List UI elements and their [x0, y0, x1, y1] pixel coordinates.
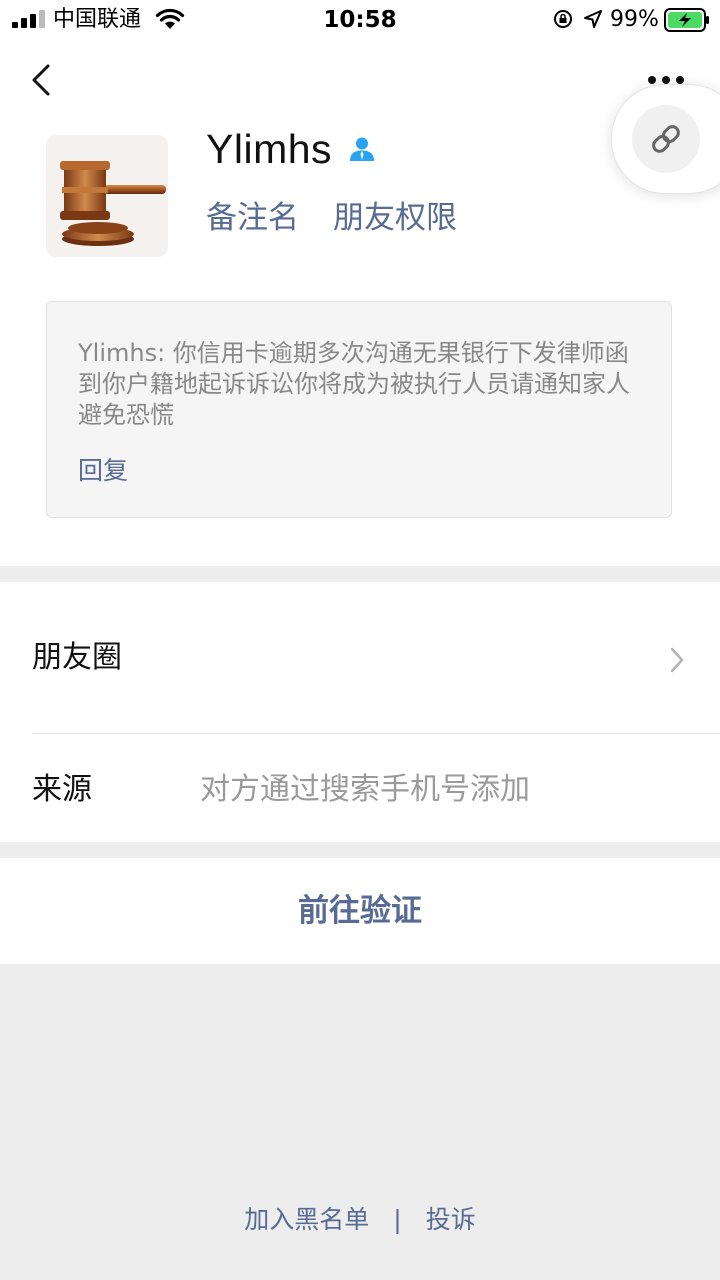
- back-button[interactable]: [26, 60, 58, 100]
- footer-links: 加入黑名单 | 投诉: [0, 1202, 720, 1238]
- profile-section: Ylimhs 备注名 朋友权限 Ylimhs: 你信用卡逾期多次沟通无果银行下发…: [0, 40, 720, 566]
- source-cell: 来源 对方通过搜索手机号添加: [0, 734, 720, 842]
- moments-title: 朋友圈: [32, 640, 122, 675]
- link-button-inner: [632, 105, 700, 173]
- carrier-name: 中国联通: [53, 7, 142, 32]
- go-verify-button[interactable]: 前往验证: [0, 858, 720, 964]
- orientation-lock-icon: [554, 10, 572, 28]
- profile-actions: 备注名 朋友权限: [206, 198, 457, 238]
- signal-bars-icon: [12, 10, 45, 28]
- remark-name-link[interactable]: 备注名: [206, 198, 299, 238]
- wifi-icon: [155, 8, 185, 29]
- go-verify-label: 前往验证: [298, 893, 422, 929]
- person-icon: [350, 137, 375, 161]
- source-title: 来源: [32, 772, 92, 807]
- link-floating-button[interactable]: [611, 84, 720, 194]
- chevron-right-icon: [670, 647, 684, 673]
- link-icon: [652, 125, 680, 153]
- battery-charging-icon: [664, 8, 709, 32]
- status-bar: 中国联通 10:58 99%: [0, 0, 720, 40]
- moments-cell[interactable]: 朋友圈: [0, 582, 720, 734]
- name-row: Ylimhs: [206, 124, 376, 174]
- greeting-message-text: Ylimhs: 你信用卡逾期多次沟通无果银行下发律师函到你户籍地起诉诉讼你将成为…: [78, 339, 630, 429]
- gavel-icon: [60, 161, 166, 246]
- footer-separator: |: [393, 1205, 402, 1234]
- status-time: 10:58: [323, 7, 397, 33]
- battery-percent: 99%: [610, 7, 659, 32]
- friend-permissions-link[interactable]: 朋友权限: [333, 198, 457, 238]
- info-cells: 朋友圈 来源 对方通过搜索手机号添加: [0, 582, 720, 842]
- avatar[interactable]: [46, 135, 168, 257]
- greeting-message-box: Ylimhs: 你信用卡逾期多次沟通无果银行下发律师函到你户籍地起诉诉讼你将成为…: [46, 301, 672, 518]
- reply-link[interactable]: 回复: [78, 454, 128, 488]
- contact-profile-screen: 中国联通 10:58 99% Ylimhs 备注名 朋友权限 Ylimhs: 你…: [0, 0, 720, 1280]
- add-to-blacklist-link[interactable]: 加入黑名单: [244, 1202, 369, 1238]
- source-value: 对方通过搜索手机号添加: [200, 772, 530, 807]
- location-arrow-icon: [584, 10, 602, 28]
- contact-name: Ylimhs: [206, 125, 333, 172]
- report-link[interactable]: 投诉: [426, 1202, 476, 1238]
